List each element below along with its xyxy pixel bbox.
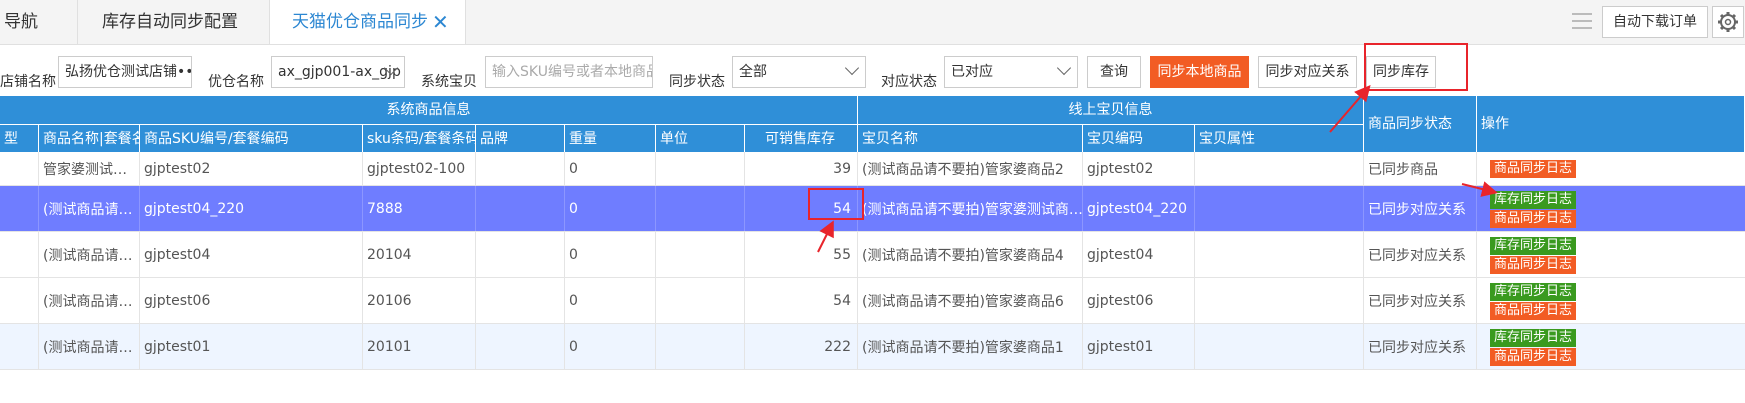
annotation-arrows [817,84,1498,253]
arrow-to-sync-stock [1329,84,1371,133]
arrow-to-stock-log [1461,181,1498,197]
arrow-to-stock-cell [817,220,834,253]
